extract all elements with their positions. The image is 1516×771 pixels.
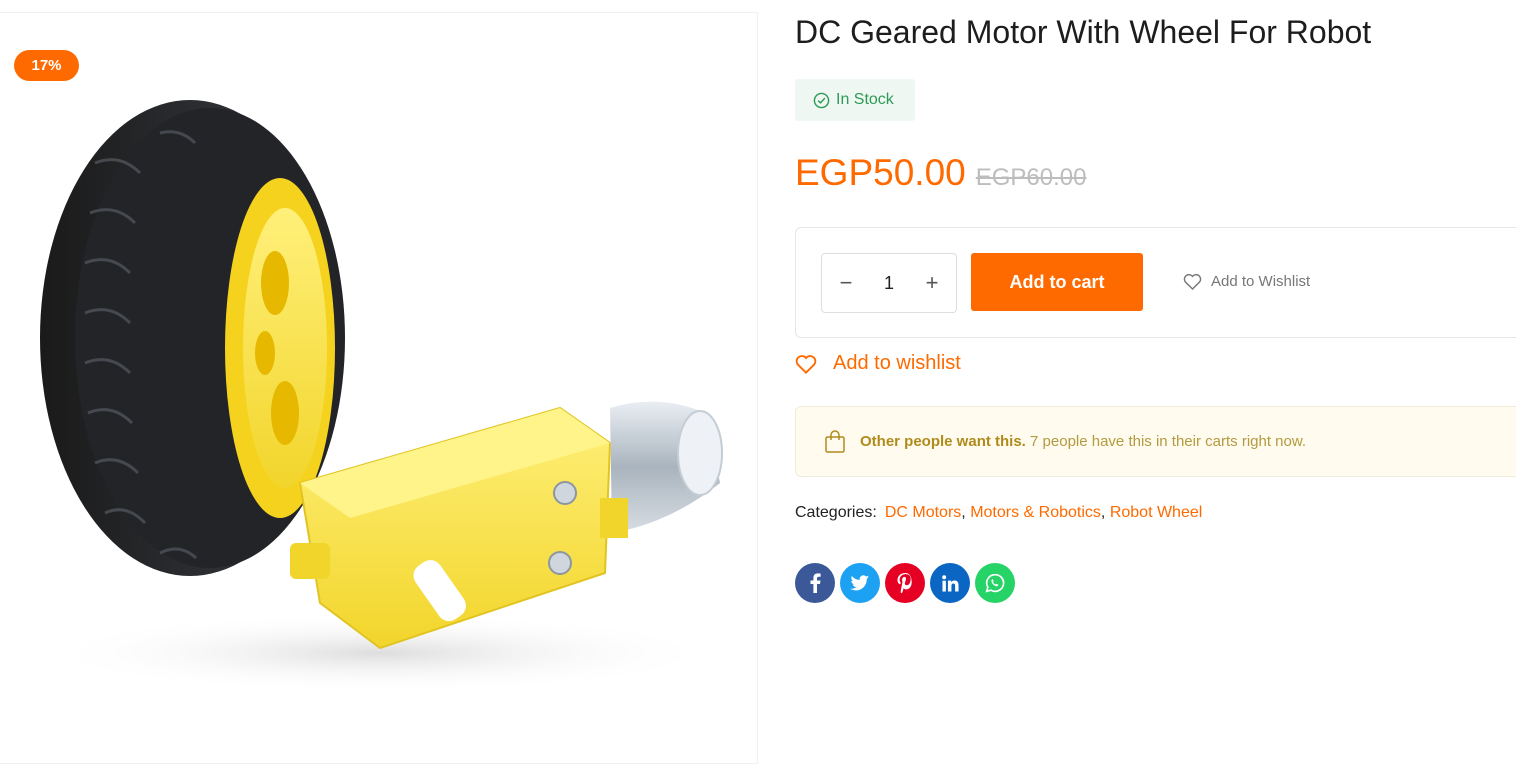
twitter-share-button[interactable]: [840, 563, 880, 603]
whatsapp-share-button[interactable]: [975, 563, 1015, 603]
category-link[interactable]: DC Motors: [885, 504, 961, 521]
notice-heading: Other people want this.: [860, 433, 1026, 450]
product-gallery: 17%: [0, 12, 758, 764]
add-to-wishlist-label: Add to Wishlist: [1211, 273, 1311, 290]
product-title: DC Geared Motor With Wheel For Robot: [795, 14, 1372, 50]
sale-badge: 17%: [14, 50, 79, 81]
heart-icon: [795, 354, 817, 374]
plus-icon[interactable]: +: [923, 270, 941, 295]
product-summary: DC Geared Motor With Wheel For Robot In …: [795, 0, 1516, 771]
category-link[interactable]: Motors & Robotics: [970, 504, 1101, 521]
price-row: EGP50.00 EGP60.00: [795, 152, 1086, 194]
categories-label: Categories:: [795, 504, 877, 521]
stock-status-badge: In Stock: [795, 79, 915, 121]
minus-icon[interactable]: −: [837, 270, 855, 295]
add-to-wishlist-secondary-label: Add to wishlist: [833, 352, 961, 374]
price-current: EGP50.00: [795, 152, 966, 193]
shopping-bag-icon: [825, 429, 845, 453]
pinterest-share-button[interactable]: [885, 563, 925, 603]
heart-outline-icon: [1183, 273, 1202, 290]
share-buttons: [795, 563, 1015, 603]
price-old: EGP60.00: [975, 164, 1087, 191]
cart-activity-notice: Other people want this. 7 people have th…: [795, 406, 1516, 477]
add-to-cart-button[interactable]: Add to cart: [971, 253, 1143, 311]
add-to-wishlist-secondary[interactable]: Add to wishlist: [795, 352, 961, 375]
stock-status-label: In Stock: [836, 91, 894, 108]
product-categories: Categories: DC Motors, Motors & Robotics,…: [795, 504, 1202, 522]
category-link[interactable]: Robot Wheel: [1110, 504, 1203, 521]
quantity-input[interactable]: [869, 272, 909, 294]
add-to-wishlist-link[interactable]: Add to Wishlist: [1183, 273, 1310, 290]
pinterest-icon: [897, 573, 912, 593]
add-to-cart-panel: − + Add to cart Add to Wishlist: [795, 227, 1516, 338]
linkedin-share-button[interactable]: [930, 563, 970, 603]
twitter-icon: [850, 574, 870, 590]
facebook-share-button[interactable]: [795, 563, 835, 603]
category-separator: ,: [961, 504, 966, 521]
facebook-icon: [810, 573, 821, 593]
linkedin-icon: [941, 574, 959, 592]
check-circle-icon: [813, 92, 830, 108]
notice-text: 7 people have this in their carts right …: [1030, 433, 1307, 450]
product-image[interactable]: [0, 13, 758, 764]
whatsapp-icon: [985, 573, 1005, 593]
category-separator: ,: [1100, 504, 1106, 521]
quantity-stepper: − +: [821, 253, 957, 313]
